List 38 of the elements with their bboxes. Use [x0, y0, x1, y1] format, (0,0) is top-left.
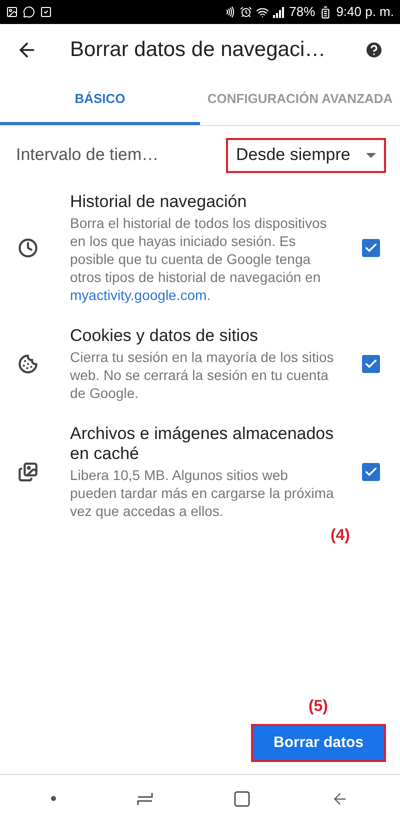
interval-dropdown[interactable]: Desde siempre	[226, 138, 386, 172]
battery-percent: 78%	[289, 3, 316, 22]
interval-label: Intervalo de tiem…	[16, 144, 159, 166]
image-icon	[6, 6, 18, 18]
signal-icon	[273, 6, 286, 18]
images-icon	[18, 462, 38, 482]
caret-icon	[366, 152, 376, 158]
item-description: Borra el historial de todos los dispositivos en los que hayas iniciado sesión. Es posible que tu cuenta de Google tenga otros tipos de historial de navegación en myactivity.google.com.	[70, 214, 328, 304]
tab[interactable]: CONFIGURACIÓN AVANZADA	[200, 76, 400, 125]
clock-icon	[18, 238, 38, 258]
clock-time: 9:40 p. m.	[336, 3, 394, 22]
item-description: Cierra tu sesión en la mayoría de los sitios web. No se cerrará la sesión en tu cuenta de Google.	[70, 348, 335, 402]
check-icon	[364, 465, 378, 479]
checkbox[interactable]	[362, 355, 380, 373]
help-icon[interactable]	[364, 40, 384, 60]
tab[interactable]: BÁSICO	[0, 76, 200, 125]
nfc-icon	[224, 6, 236, 18]
recent-apps-icon[interactable]	[136, 792, 153, 804]
clear-data-button[interactable]: Borrar datos	[251, 724, 386, 762]
checkbox[interactable]	[362, 463, 380, 481]
item-title: Historial de navegación	[70, 192, 248, 212]
cookie-icon	[18, 354, 38, 374]
wifi-icon	[256, 6, 270, 18]
home-icon[interactable]	[234, 790, 250, 806]
chat-icon	[23, 6, 35, 18]
annotation-label: (4)	[330, 526, 350, 546]
page-title: Borrar datos de navegaci…	[70, 37, 326, 64]
check-icon	[364, 357, 378, 371]
item-description: Libera 10,5 MB. Algunos sitios web pueden tardar más en cargarse la próxima vez que accedas a ellos.	[70, 466, 335, 520]
battery-icon	[319, 6, 332, 18]
item-title: Cookies y datos de sitios	[70, 326, 260, 346]
activity-link[interactable]: myactivity.google.com	[70, 287, 207, 303]
alarm-icon	[240, 6, 252, 18]
checkbox[interactable]	[362, 239, 380, 257]
annotation-label: (5)	[308, 697, 328, 717]
check-icon	[364, 241, 378, 255]
item-title: Archivos e imágenes almacenados en caché	[70, 424, 335, 464]
checkbox-icon	[40, 6, 52, 18]
